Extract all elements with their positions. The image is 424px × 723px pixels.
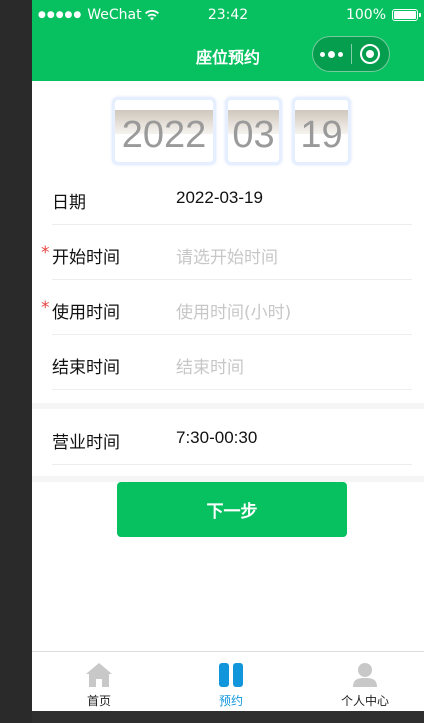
start-time-row[interactable]: * 开始时间 请选开始时间: [32, 225, 424, 280]
duration-input[interactable]: 使用时间(小时): [176, 298, 291, 323]
tab-profile[interactable]: 个人中心: [300, 652, 424, 711]
business-hours-row: 营业时间 7:30-00:30: [32, 410, 424, 465]
month-card: 03: [225, 97, 282, 165]
date-display: 2022 03 19: [32, 97, 424, 167]
battery-percent: 100%: [345, 7, 386, 23]
status-right: 100%: [345, 7, 421, 23]
tab-profile-label: 个人中心: [340, 694, 389, 708]
window-gutter: [0, 0, 32, 723]
month-value: 03: [232, 114, 275, 156]
start-time-picker[interactable]: 请选开始时间: [176, 243, 278, 268]
tab-booking-label: 预约: [218, 694, 243, 708]
required-mark: *: [41, 243, 50, 263]
more-options-icon[interactable]: [313, 37, 351, 71]
day-card: 19: [292, 97, 351, 165]
business-hours-value: 7:30-00:30: [176, 428, 258, 447]
end-time-label: 结束时间: [52, 358, 120, 378]
window-bottom-edge: [32, 711, 424, 723]
status-bar: ●●●●● WeChat 23:42 100%: [32, 0, 424, 32]
menu-capsule: [312, 36, 390, 72]
date-value: 2022-03-19: [176, 188, 263, 207]
year-card: 2022: [112, 97, 216, 165]
end-time-field: 结束时间: [176, 358, 244, 378]
date-label: 日期: [52, 193, 86, 213]
day-value: 19: [300, 114, 343, 156]
close-miniprogram-icon[interactable]: [351, 37, 389, 71]
mini-program-page: ●●●●● WeChat 23:42 100% 座位预约 2022 03 19 …: [32, 0, 424, 711]
divider: [52, 464, 412, 465]
date-row[interactable]: 日期 2022-03-19: [32, 170, 424, 225]
navigation-header: ●●●●● WeChat 23:42 100% 座位预约: [32, 0, 424, 81]
required-mark: *: [41, 298, 50, 318]
bottom-tabbar: 首页 预约 个人中心: [32, 651, 424, 711]
duration-row[interactable]: * 使用时间 使用时间(小时): [32, 280, 424, 335]
end-time-row: 结束时间 结束时间: [32, 335, 424, 390]
section-gap: [32, 403, 424, 409]
user-icon: [350, 661, 380, 689]
business-hours-label: 营业时间: [52, 433, 120, 453]
tab-home-label: 首页: [86, 694, 111, 708]
next-step-button[interactable]: 下一步: [117, 482, 347, 537]
tab-booking[interactable]: 预约: [166, 652, 296, 711]
battery-icon: [392, 9, 421, 21]
home-icon: [84, 661, 114, 689]
duration-label: 使用时间: [52, 303, 120, 323]
tab-home[interactable]: 首页: [34, 652, 164, 711]
booking-icon: [216, 661, 246, 689]
year-value: 2022: [121, 114, 207, 156]
start-time-label: 开始时间: [52, 248, 120, 268]
divider: [52, 389, 412, 390]
